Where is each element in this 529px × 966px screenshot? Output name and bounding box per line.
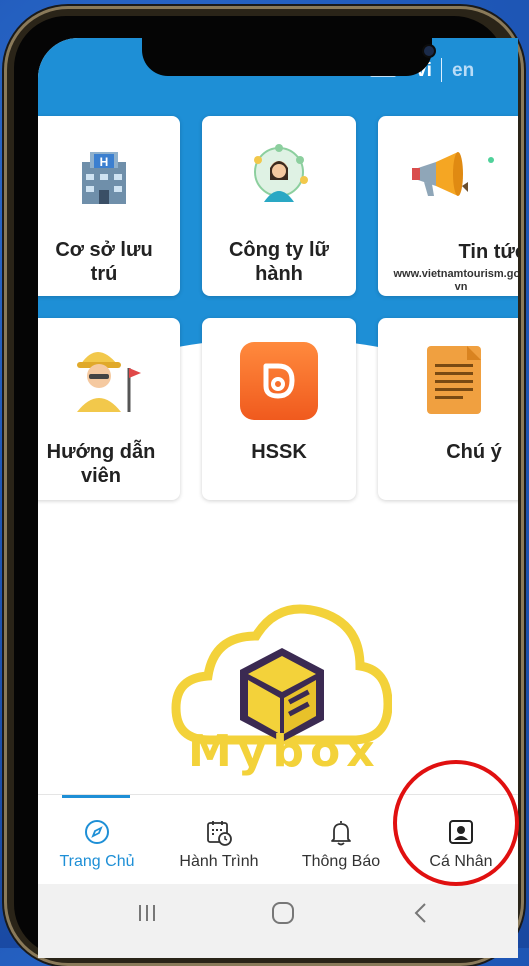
- tab-home-label: Trang Chủ: [59, 853, 135, 870]
- menu-card-label: HSSK: [251, 441, 307, 463]
- tab-home[interactable]: Trang Chủ: [42, 795, 152, 885]
- hssk-app-icon: [240, 342, 318, 425]
- calendar-clock-icon: [205, 819, 233, 852]
- menu-card-travel-agency[interactable]: Công ty lữ hành: [202, 116, 356, 296]
- front-camera-icon: [424, 46, 434, 56]
- svg-text:H: H: [100, 155, 109, 169]
- menu-card-label: Chú ý: [446, 441, 502, 463]
- menu-card-notes[interactable]: Chú ý: [378, 318, 518, 500]
- hotel-building-icon: H: [72, 144, 136, 213]
- menu-card-tour-guide[interactable]: Hướng dẫn viên: [38, 318, 180, 500]
- menu-card-label: Tin tức: [458, 241, 518, 263]
- system-navigation-bar: [38, 884, 518, 958]
- mybox-brand-text: Mybox: [188, 726, 381, 777]
- status-dot-icon: [488, 150, 494, 168]
- highlight-annotation-circle: [393, 760, 519, 886]
- notes-icon: [427, 346, 481, 419]
- menu-card-sublabel: www.vietnamtourism.gov.vn: [393, 268, 518, 293]
- menu-card-label: Công ty lữ hành: [228, 239, 330, 285]
- recent-apps-icon[interactable]: [134, 900, 160, 931]
- menu-card-news[interactable]: Tin tức www.vietnamtourism.gov.vn: [378, 116, 518, 296]
- travel-agent-globe-icon: [244, 140, 314, 215]
- back-icon[interactable]: [408, 900, 434, 931]
- menu-card-accommodation[interactable]: H Cơ sở lưu trú: [38, 116, 180, 296]
- tab-itinerary-label: Hành Trình: [179, 853, 259, 870]
- language-separator: [441, 58, 442, 82]
- language-en-button[interactable]: en: [452, 60, 474, 82]
- home-icon[interactable]: [270, 900, 296, 931]
- camera-notch: [142, 38, 434, 76]
- tab-notifications[interactable]: Thông Báo: [286, 795, 396, 885]
- tab-notifications-label: Thông Báo: [301, 853, 381, 870]
- megaphone-icon: [410, 146, 470, 207]
- bell-icon: [329, 819, 353, 852]
- menu-card-label: Cơ sở lưu trú: [55, 239, 153, 285]
- tour-guide-icon: [67, 338, 141, 417]
- compass-icon: [84, 819, 110, 850]
- tab-itinerary[interactable]: Hành Trình: [164, 795, 274, 885]
- menu-card-hssk[interactable]: HSSK: [202, 318, 356, 500]
- menu-card-label: Hướng dẫn viên: [46, 441, 156, 487]
